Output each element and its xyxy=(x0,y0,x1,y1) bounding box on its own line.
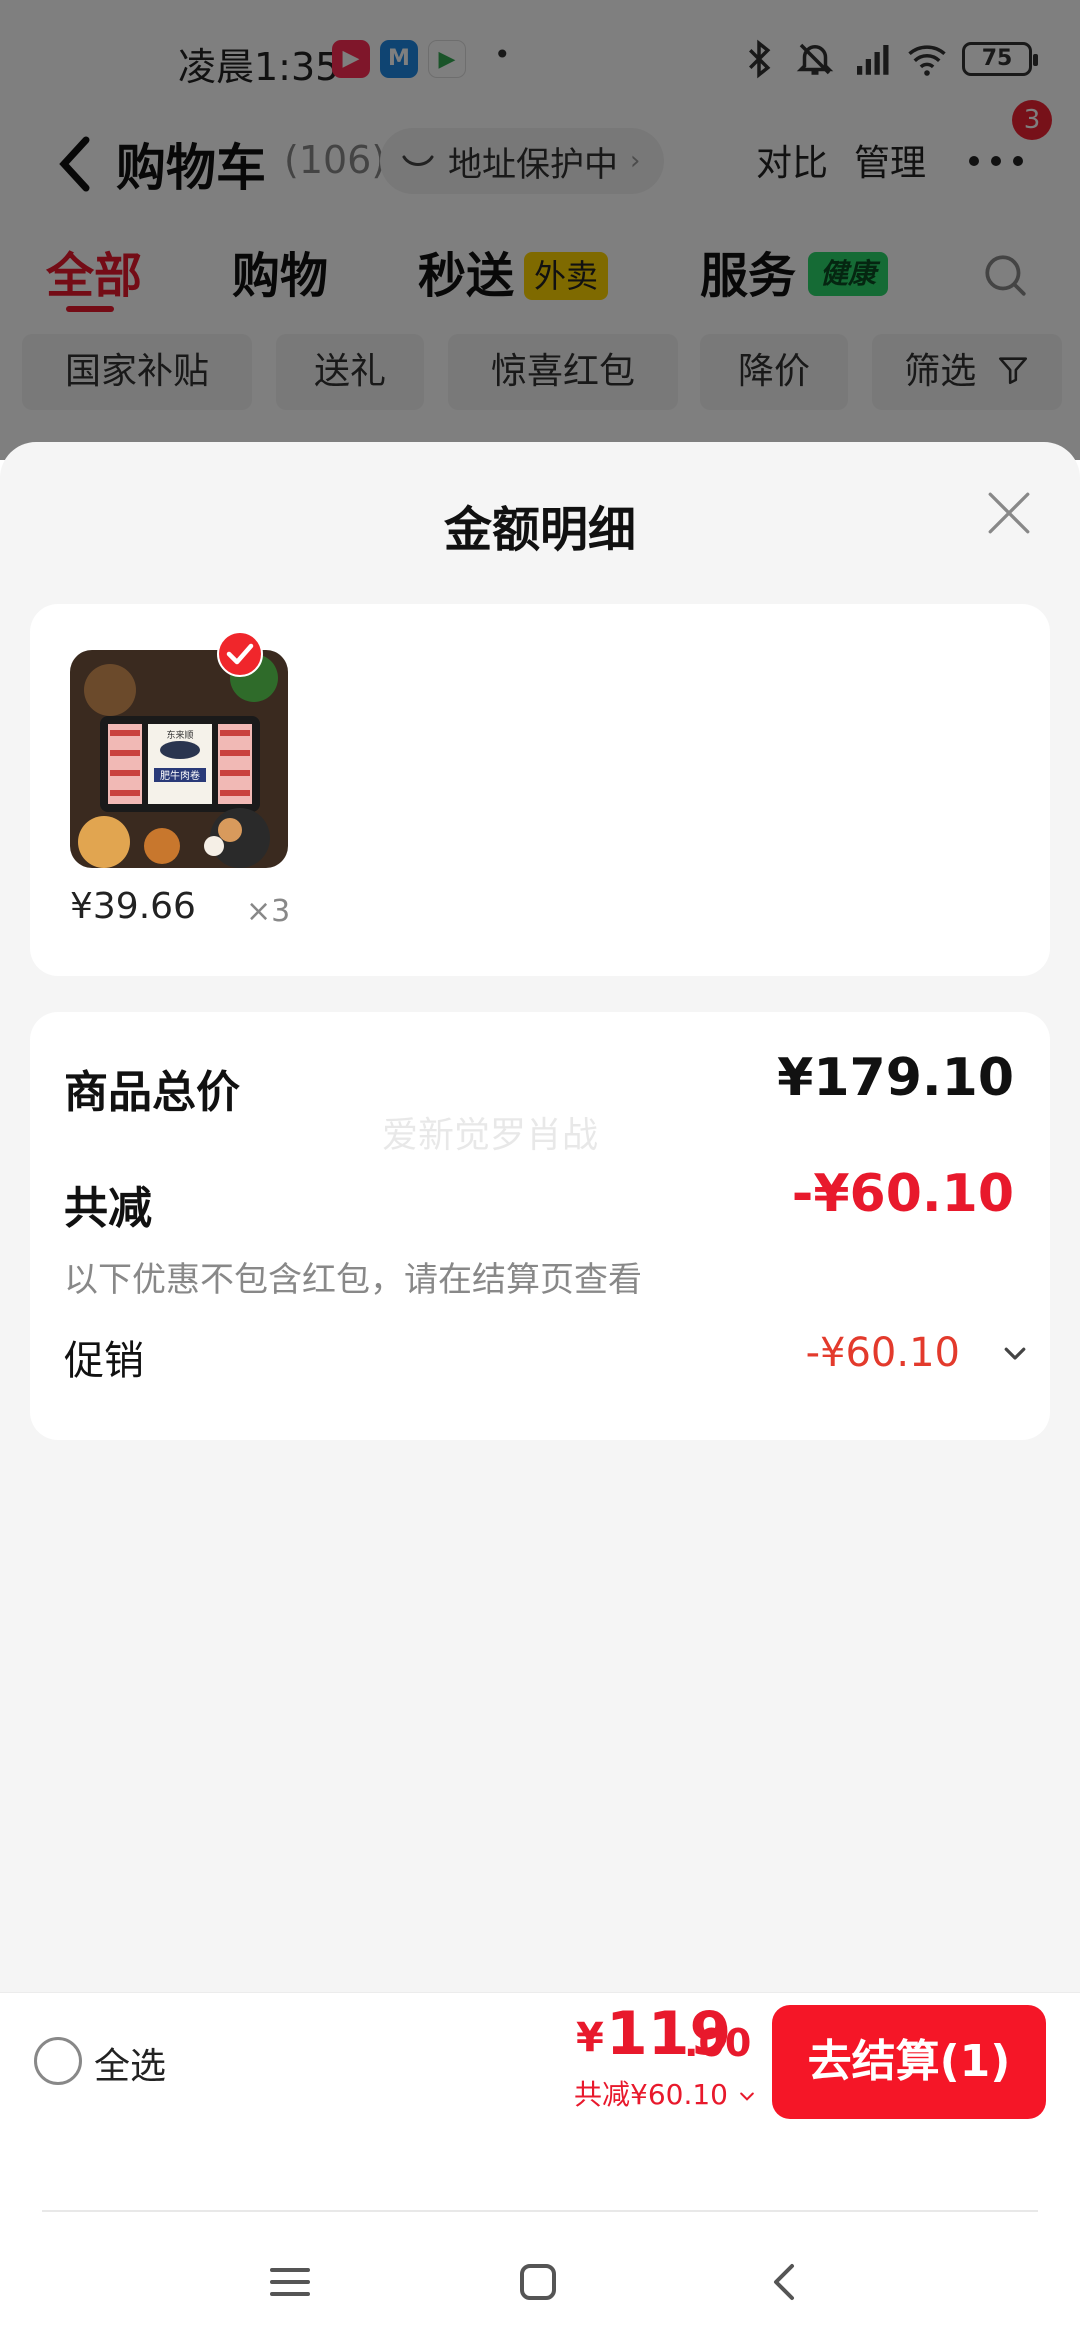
system-nav-area xyxy=(0,2128,1080,2340)
beef-roll-product-picture: 肥牛肉卷 东来顺 xyxy=(70,650,288,868)
total-price-label: 商品总价 xyxy=(64,1067,240,1118)
sheet-title: 金额明细 xyxy=(443,502,636,558)
menu-icon[interactable] xyxy=(266,2258,314,2306)
amount-detail-card: 商品总价 ¥179.10 爱新觉罗肖战 共减 -¥60.10 以下优惠不包含红包… xyxy=(30,1012,1050,1440)
total-discount-text: 共减¥60.10 xyxy=(574,2078,728,2111)
product-quantity: ×3 xyxy=(246,894,291,929)
home-separator xyxy=(42,2210,1038,2212)
close-icon[interactable] xyxy=(984,488,1034,538)
home-icon[interactable] xyxy=(514,2258,562,2306)
product-price: ¥39.66 xyxy=(70,886,196,927)
promo-value[interactable]: -¥60.10 xyxy=(806,1330,960,1376)
product-image-label: 肥牛肉卷 xyxy=(160,769,200,782)
product-brand-text: 东来顺 xyxy=(166,729,193,741)
dim-overlay[interactable] xyxy=(0,0,1080,460)
amount-detail-sheet: 金额明细 肥牛肉卷 东来顺 ¥39.66 ×3 商品总价 ¥179.10 爱新觉… xyxy=(0,442,1080,1992)
product-image[interactable]: 肥牛肉卷 东来顺 xyxy=(70,650,288,868)
total-discount-summary[interactable]: 共减¥60.10 xyxy=(574,2073,757,2113)
checkout-bar: 全选 ¥ 119 .00 共减¥60.10 去结算(1) xyxy=(0,1992,1080,2128)
watermark-text: 爱新觉罗肖战 xyxy=(382,1115,599,1156)
chevron-down-small-icon xyxy=(740,2092,754,2101)
product-card: 肥牛肉卷 东来顺 ¥39.66 ×3 xyxy=(30,604,1050,976)
select-all-radio[interactable] xyxy=(34,2037,82,2085)
promo-label: 促销 xyxy=(64,1338,144,1384)
discount-value: -¥60.10 xyxy=(791,1164,1014,1224)
total-currency: ¥ xyxy=(576,2015,604,2061)
checkout-button[interactable]: 去结算(1) xyxy=(772,2005,1046,2119)
back-icon[interactable] xyxy=(762,2258,810,2306)
selected-check-icon xyxy=(217,631,263,677)
discount-label: 共减 xyxy=(64,1183,152,1234)
chevron-down-icon[interactable] xyxy=(1000,1338,1030,1368)
total-price-value: ¥179.10 xyxy=(777,1048,1014,1108)
discount-hint: 以下优惠不包含红包，请在结算页查看 xyxy=(64,1260,642,1300)
select-all-label[interactable]: 全选 xyxy=(94,2037,166,2089)
total-amount-decimal: .00 xyxy=(684,2021,752,2065)
